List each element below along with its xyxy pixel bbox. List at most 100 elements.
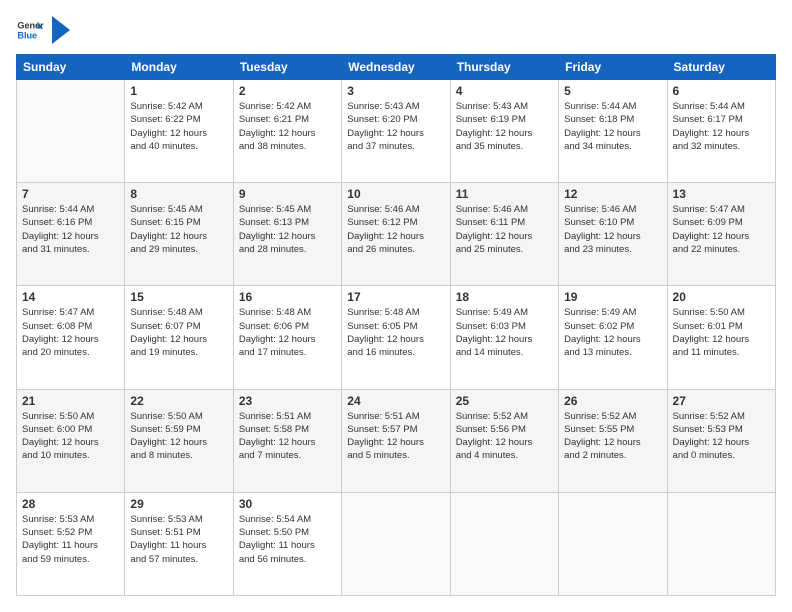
calendar-cell: 30 Sunrise: 5:54 AM Sunset: 5:50 PM Dayli… [233, 492, 341, 595]
day-info: Sunrise: 5:47 AM Sunset: 6:09 PM Dayligh… [673, 203, 770, 256]
day-number: 26 [564, 394, 661, 408]
day-number: 3 [347, 84, 444, 98]
day-number: 18 [456, 290, 553, 304]
day-info: Sunrise: 5:45 AM Sunset: 6:15 PM Dayligh… [130, 203, 227, 256]
day-header-tuesday: Tuesday [233, 55, 341, 80]
calendar-cell: 15Sunrise: 5:48 AM Sunset: 6:07 PM Dayli… [125, 286, 233, 389]
calendar-cell: 29Sunrise: 5:53 AM Sunset: 5:51 PM Dayli… [125, 492, 233, 595]
day-number: 7 [22, 187, 119, 201]
day-number: 27 [673, 394, 770, 408]
day-number: 20 [673, 290, 770, 304]
day-info: Sunrise: 5:53 AM Sunset: 5:51 PM Dayligh… [130, 513, 227, 566]
day-info: Sunrise: 5:49 AM Sunset: 6:03 PM Dayligh… [456, 306, 553, 359]
calendar-cell: 9Sunrise: 5:45 AM Sunset: 6:13 PM Daylig… [233, 183, 341, 286]
day-number: 17 [347, 290, 444, 304]
day-info: Sunrise: 5:52 AM Sunset: 5:53 PM Dayligh… [673, 410, 770, 463]
logo: General Blue [16, 16, 70, 44]
day-number: 4 [456, 84, 553, 98]
day-number: 10 [347, 187, 444, 201]
days-of-week-row: SundayMondayTuesdayWednesdayThursdayFrid… [17, 55, 776, 80]
week-row-3: 14Sunrise: 5:47 AM Sunset: 6:08 PM Dayli… [17, 286, 776, 389]
day-header-sunday: Sunday [17, 55, 125, 80]
day-number: 16 [239, 290, 336, 304]
calendar-cell [450, 492, 558, 595]
calendar-cell: 1 Sunrise: 5:42 AM Sunset: 6:22 PM Daylig… [125, 80, 233, 183]
calendar-cell: 22 Sunrise: 5:50 AM Sunset: 5:59 PM Dayli… [125, 389, 233, 492]
svg-text:Blue: Blue [17, 30, 37, 40]
logo-icon: General Blue [16, 16, 44, 44]
calendar-cell: 19 Sunrise: 5:49 AM Sunset: 6:02 PM Dayli… [559, 286, 667, 389]
calendar-cell: 10 Sunrise: 5:46 AM Sunset: 6:12 PM Dayli… [342, 183, 450, 286]
day-number: 22 [130, 394, 227, 408]
calendar-cell: 11 Sunrise: 5:46 AM Sunset: 6:11 PM Dayli… [450, 183, 558, 286]
calendar-header: SundayMondayTuesdayWednesdayThursdayFrid… [17, 55, 776, 80]
day-number: 25 [456, 394, 553, 408]
calendar-cell: 5 Sunrise: 5:44 AM Sunset: 6:18 PM Daylig… [559, 80, 667, 183]
day-info: Sunrise: 5:44 AM Sunset: 6:18 PM Dayligh… [564, 100, 661, 153]
calendar-cell: 13 Sunrise: 5:47 AM Sunset: 6:09 PM Dayli… [667, 183, 775, 286]
day-info: Sunrise: 5:46 AM Sunset: 6:12 PM Dayligh… [347, 203, 444, 256]
day-header-friday: Friday [559, 55, 667, 80]
day-number: 23 [239, 394, 336, 408]
day-info: Sunrise: 5:51 AM Sunset: 5:58 PM Dayligh… [239, 410, 336, 463]
day-info: Sunrise: 5:51 AM Sunset: 5:57 PM Dayligh… [347, 410, 444, 463]
calendar-cell: 20 Sunrise: 5:50 AM Sunset: 6:01 PM Dayli… [667, 286, 775, 389]
day-info: Sunrise: 5:42 AM Sunset: 6:21 PM Dayligh… [239, 100, 336, 153]
calendar-cell: 25 Sunrise: 5:52 AM Sunset: 5:56 PM Dayli… [450, 389, 558, 492]
day-info: Sunrise: 5:54 AM Sunset: 5:50 PM Dayligh… [239, 513, 336, 566]
day-number: 19 [564, 290, 661, 304]
day-number: 12 [564, 187, 661, 201]
calendar-cell: 2 Sunrise: 5:42 AM Sunset: 6:21 PM Daylig… [233, 80, 341, 183]
calendar-cell: 24 Sunrise: 5:51 AM Sunset: 5:57 PM Dayli… [342, 389, 450, 492]
day-number: 11 [456, 187, 553, 201]
calendar-cell: 21 Sunrise: 5:50 AM Sunset: 6:00 PM Dayli… [17, 389, 125, 492]
day-info: Sunrise: 5:43 AM Sunset: 6:20 PM Dayligh… [347, 100, 444, 153]
day-info: Sunrise: 5:53 AM Sunset: 5:52 PM Dayligh… [22, 513, 119, 566]
calendar-body: 1 Sunrise: 5:42 AM Sunset: 6:22 PM Daylig… [17, 80, 776, 596]
day-info: Sunrise: 5:52 AM Sunset: 5:56 PM Dayligh… [456, 410, 553, 463]
day-info: Sunrise: 5:50 AM Sunset: 6:01 PM Dayligh… [673, 306, 770, 359]
week-row-2: 7 Sunrise: 5:44 AM Sunset: 6:16 PM Daylig… [17, 183, 776, 286]
day-number: 13 [673, 187, 770, 201]
day-info: Sunrise: 5:48 AM Sunset: 6:05 PM Dayligh… [347, 306, 444, 359]
day-number: 2 [239, 84, 336, 98]
week-row-5: 28 Sunrise: 5:53 AM Sunset: 5:52 PM Dayli… [17, 492, 776, 595]
calendar-cell: 17 Sunrise: 5:48 AM Sunset: 6:05 PM Dayli… [342, 286, 450, 389]
calendar-cell: 12 Sunrise: 5:46 AM Sunset: 6:10 PM Dayli… [559, 183, 667, 286]
day-info: Sunrise: 5:42 AM Sunset: 6:22 PM Dayligh… [130, 100, 227, 153]
day-number: 28 [22, 497, 119, 511]
day-info: Sunrise: 5:48 AM Sunset: 6:07 PM Dayligh… [130, 306, 227, 359]
day-info: Sunrise: 5:52 AM Sunset: 5:55 PM Dayligh… [564, 410, 661, 463]
day-number: 24 [347, 394, 444, 408]
day-info: Sunrise: 5:46 AM Sunset: 6:11 PM Dayligh… [456, 203, 553, 256]
calendar-cell [667, 492, 775, 595]
day-info: Sunrise: 5:46 AM Sunset: 6:10 PM Dayligh… [564, 203, 661, 256]
calendar-table: SundayMondayTuesdayWednesdayThursdayFrid… [16, 54, 776, 596]
day-number: 21 [22, 394, 119, 408]
week-row-1: 1 Sunrise: 5:42 AM Sunset: 6:22 PM Daylig… [17, 80, 776, 183]
day-info: Sunrise: 5:50 AM Sunset: 6:00 PM Dayligh… [22, 410, 119, 463]
day-info: Sunrise: 5:49 AM Sunset: 6:02 PM Dayligh… [564, 306, 661, 359]
calendar-cell: 18 Sunrise: 5:49 AM Sunset: 6:03 PM Dayli… [450, 286, 558, 389]
calendar-cell: 7 Sunrise: 5:44 AM Sunset: 6:16 PM Daylig… [17, 183, 125, 286]
page-header: General Blue [16, 16, 776, 44]
calendar-cell: 14Sunrise: 5:47 AM Sunset: 6:08 PM Dayli… [17, 286, 125, 389]
calendar-cell: 26 Sunrise: 5:52 AM Sunset: 5:55 PM Dayli… [559, 389, 667, 492]
logo-arrow-icon [52, 16, 70, 44]
day-number: 30 [239, 497, 336, 511]
day-info: Sunrise: 5:44 AM Sunset: 6:16 PM Dayligh… [22, 203, 119, 256]
day-number: 6 [673, 84, 770, 98]
day-info: Sunrise: 5:45 AM Sunset: 6:13 PM Dayligh… [239, 203, 336, 256]
day-header-monday: Monday [125, 55, 233, 80]
day-header-wednesday: Wednesday [342, 55, 450, 80]
calendar-cell: 6Sunrise: 5:44 AM Sunset: 6:17 PM Daylig… [667, 80, 775, 183]
day-header-thursday: Thursday [450, 55, 558, 80]
calendar-cell: 3 Sunrise: 5:43 AM Sunset: 6:20 PM Daylig… [342, 80, 450, 183]
day-info: Sunrise: 5:43 AM Sunset: 6:19 PM Dayligh… [456, 100, 553, 153]
day-number: 1 [130, 84, 227, 98]
calendar-cell: 27 Sunrise: 5:52 AM Sunset: 5:53 PM Dayli… [667, 389, 775, 492]
week-row-4: 21 Sunrise: 5:50 AM Sunset: 6:00 PM Dayli… [17, 389, 776, 492]
day-number: 5 [564, 84, 661, 98]
calendar-cell [342, 492, 450, 595]
day-info: Sunrise: 5:50 AM Sunset: 5:59 PM Dayligh… [130, 410, 227, 463]
